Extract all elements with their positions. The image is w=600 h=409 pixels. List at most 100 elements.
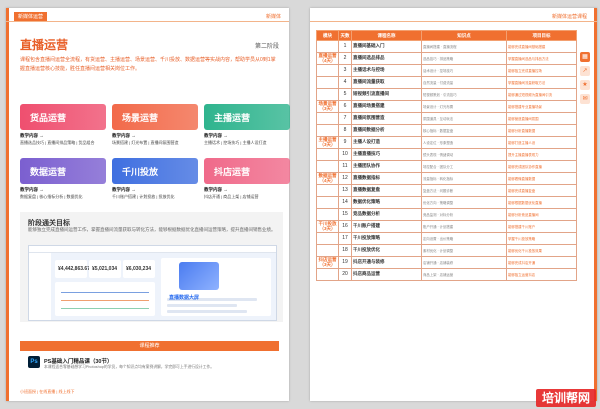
chat-icon[interactable]: ✉ — [580, 94, 590, 104]
cell-point: 复盘方法 · 问题诊断 — [421, 184, 507, 197]
cell-module — [316, 160, 339, 173]
cell-point: 优化方向 · 策略调整 — [421, 196, 507, 209]
cell-day: 16 — [338, 220, 352, 233]
table-row: 15 竞品数据分析 竞品监测 · 对标分析 能够分析竞品直播间 — [316, 208, 577, 221]
cell-goal: 掌握直播间流量获取方法 — [506, 76, 577, 89]
course-card[interactable]: 主播运营 — [204, 104, 290, 130]
cell-name: 直播数据复盘 — [351, 184, 422, 197]
header-divider — [6, 21, 289, 22]
curriculum-table: 模块 天数 课程名称 知识点 项目目标 1 直播间基础入门 直播间搭建 · 直播流程… — [316, 30, 577, 281]
cell-day: 7 — [338, 112, 352, 125]
cell-goal: 能够根据数据优化直播 — [506, 196, 577, 209]
cell-name: 数据优化策略 — [351, 196, 422, 209]
card-sub-label: 教学内容 → — [204, 133, 228, 138]
cell-name: 千川账户搭建 — [351, 220, 422, 233]
cell-name: 直播间氛围营造 — [351, 112, 422, 125]
cell-day: 9 — [338, 136, 352, 149]
cell-day: 5 — [338, 88, 352, 101]
cell-point: 场控配合 · 团队分工 — [421, 160, 507, 173]
cell-module — [316, 40, 339, 53]
cell-module — [316, 64, 339, 77]
cell-goal: 能够通过短视频为直播间引流 — [506, 88, 577, 101]
dashboard-stat-card: ¥6,030,234 — [123, 260, 155, 278]
dashboard-stat-value: ¥6,030,234 — [126, 266, 152, 272]
cell-name: 主播团队协作 — [351, 160, 422, 173]
course-card[interactable]: 货品运营 — [20, 104, 106, 130]
card-sub-items: 场景搭建 | 灯光布置 | 直播间氛围营造 — [112, 140, 179, 145]
card-sub-items: 抖店开通 | 商品上架 | 店铺运营 — [204, 194, 259, 199]
cell-goal: 能够独立运营抖店 — [506, 268, 577, 281]
card-sub-label: 教学内容 → — [20, 187, 44, 192]
table-row: 18 千川投放优化 素材优化 · 计划调整 能够优化千川投放效果 — [316, 244, 577, 257]
cell-name: 抖店商品运营 — [351, 268, 422, 281]
cell-point: 直播间搭建 · 直播流程 — [421, 40, 507, 53]
cell-goal: 能够分析竞品直播间 — [506, 208, 577, 221]
table-row: 1 直播间基础入门 直播间搭建 · 直播流程 能够完成直播间基础搭建 — [316, 40, 577, 53]
left-page: 新媒体运营 新媒体 直播运营 第二阶段 课程包含直播间运营全流程，有货运营、主播… — [6, 8, 290, 401]
cell-name: 主播直播技巧 — [351, 148, 422, 161]
course-card[interactable]: 场景运营 — [112, 104, 198, 130]
cell-point: 选品技巧 · 排品策略 — [421, 52, 507, 65]
cell-goal: 掌握直播间选品与排品方法 — [506, 52, 577, 65]
grid-icon[interactable]: ▦ — [580, 52, 590, 62]
table-row: 数据运营（4天） 12 直播数据指标 流量指标 · 转化指标 能够看懂直播数据 — [316, 172, 577, 185]
dashboard-stat-value: ¥4,442,863.67 — [58, 266, 90, 272]
card-sub-label: 教学内容 → — [204, 187, 228, 192]
cell-day: 10 — [338, 148, 352, 161]
cell-module: 主播运营（3天） — [316, 136, 339, 149]
cell-name: 直播间数据分析 — [351, 124, 422, 137]
cell-name: 主播话术与控场 — [351, 64, 422, 77]
cell-name: 千川投放策略 — [351, 232, 422, 245]
table-row: 场景运营（3天） 6 直播间场景搭建 场景设计 · 灯光布置 能够搭建专业直播场景 — [316, 100, 577, 113]
share-icon[interactable]: ↗ — [580, 66, 590, 76]
table-row: 5 短视频引流直播间 短视频策划 · 引流技巧 能够通过短视频为直播间引流 — [316, 88, 577, 101]
recommended-course-title[interactable]: PS基础入门精品课（30节） — [44, 357, 112, 365]
cell-point: 定向设置 · 出价策略 — [421, 232, 507, 245]
cell-name: 千川投放优化 — [351, 244, 422, 257]
cell-name: 直播间流量获取 — [351, 76, 422, 89]
cell-day: 8 — [338, 124, 352, 137]
side-toolbar: ▦ ↗ ★ ✉ — [580, 52, 592, 108]
dashboard-screenshot: ¥4,442,863.67 ¥5,021,034 ¥6,030,234 直播数据… — [28, 245, 277, 321]
cell-point: 自然流量 · 付费流量 — [421, 76, 507, 89]
cell-module: 场景运营（3天） — [316, 100, 339, 113]
photoshop-icon: Ps — [28, 356, 40, 368]
cell-day: 1 — [338, 40, 352, 53]
right-accent-bar — [594, 8, 597, 401]
watermark-logo: 培训帮网 — [535, 389, 596, 407]
table-row: 8 直播间数据分析 核心指标 · 数据复盘 能够分析直播数据 — [316, 124, 577, 137]
recommended-course-desc: 本课程适合零基础想学习Photoshop的学员，每个知识点均有案例讲解，学完即可… — [44, 365, 215, 369]
cell-day: 2 — [338, 52, 352, 65]
course-card[interactable]: 数据运营 — [20, 158, 106, 184]
cell-point: 核心指标 · 数据复盘 — [421, 124, 507, 137]
cell-module — [316, 184, 339, 197]
cell-point: 镜头表现 · 情绪调动 — [421, 148, 507, 161]
course-card[interactable]: 千川投放 — [112, 158, 198, 184]
card-sub-items: 千川账户搭建 | 计划投放 | 投放优化 — [112, 194, 175, 199]
cell-name: 抖店开通与装修 — [351, 256, 422, 269]
cell-name: 主播人设打造 — [351, 136, 422, 149]
star-icon[interactable]: ★ — [580, 80, 590, 90]
cell-module — [316, 232, 339, 245]
card-sub-items: 数据复盘 | 核心指标分析 | 数据优化 — [20, 194, 83, 199]
cell-goal: 能够营造直播间氛围 — [506, 112, 577, 125]
right-page: 新媒体运营课程 模块 天数 课程名称 知识点 项目目标 1 直播间基础入门 直播间搭… — [310, 8, 597, 401]
table-row: 13 直播数据复盘 复盘方法 · 问题诊断 能够完成直播复盘 — [316, 184, 577, 197]
cell-goal: 掌握千川投放策略 — [506, 232, 577, 245]
recommend-bar: 课程推荐 — [20, 341, 279, 351]
table-row: 抖店运营（3天） 19 抖店开通与装修 店铺开通 · 店铺装修 能够完成抖店开通 — [316, 256, 577, 269]
cell-goal: 能够优化千川投放效果 — [506, 244, 577, 257]
cell-point: 人设定位 · 形象塑造 — [421, 136, 507, 149]
cell-module — [316, 244, 339, 257]
cell-name: 直播间场景搭建 — [351, 100, 422, 113]
footer-text: 小班面授 | 在线直播 | 线上线下 — [20, 389, 75, 394]
dashboard-sidebar — [29, 253, 51, 320]
cell-point: 店铺开通 · 店铺装修 — [421, 256, 507, 269]
cell-day: 18 — [338, 244, 352, 257]
table-row: 千川投放（3天） 16 千川账户搭建 账户开通 · 计划搭建 能够搭建千川账户 — [316, 220, 577, 233]
cell-module — [316, 76, 339, 89]
course-card[interactable]: 抖店运营 — [204, 158, 290, 184]
cell-module: 抖店运营（3天） — [316, 256, 339, 269]
cell-name: 直播间选品排品 — [351, 52, 422, 65]
cell-name: 竞品数据分析 — [351, 208, 422, 221]
